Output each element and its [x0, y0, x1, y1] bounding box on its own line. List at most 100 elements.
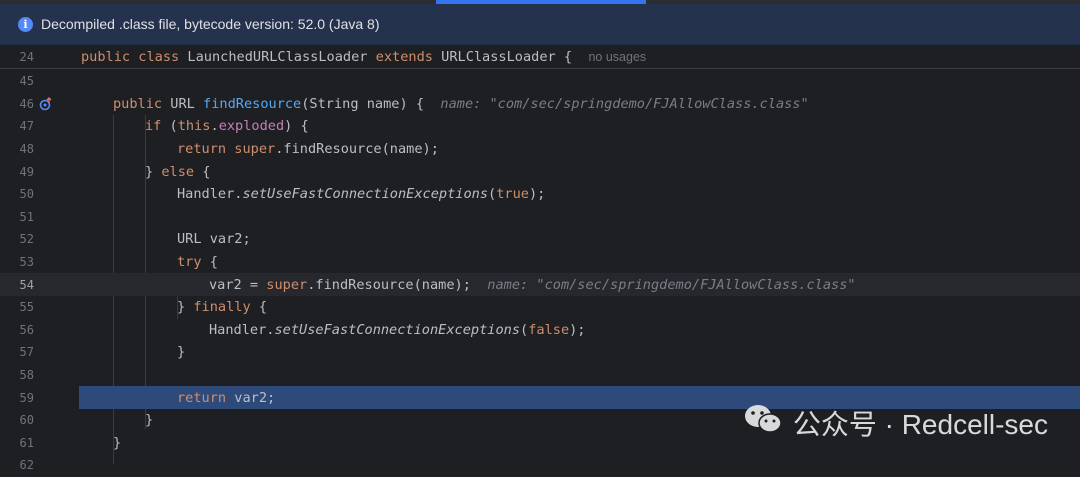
code-text: public URL findResource(String name) { n…	[113, 96, 809, 112]
code-text: } else {	[145, 164, 211, 180]
line-number: 53	[19, 255, 34, 270]
punct: (	[161, 118, 178, 135]
line-number: 62	[19, 458, 34, 473]
punct: );	[528, 186, 546, 203]
punct: );	[569, 321, 586, 338]
code-text: Handler.setUseFastConnectionExceptions(t…	[177, 186, 545, 202]
code-text: try {	[177, 254, 218, 270]
class-ref: Handler.	[177, 186, 243, 203]
line-number: 45	[19, 74, 34, 89]
punct: ) {	[284, 118, 309, 135]
line-number: 54	[19, 277, 34, 292]
line-number: 24	[19, 49, 34, 64]
punct: {	[194, 163, 211, 180]
keyword: true	[496, 186, 529, 203]
code-text: }	[113, 434, 122, 451]
line-number: 60	[19, 413, 34, 428]
code-text: Handler.setUseFastConnectionExceptions(f…	[209, 322, 586, 338]
keyword: public	[113, 95, 163, 112]
banner-text: Decompiled .class file, bytecode version…	[41, 16, 380, 32]
code-line[interactable]: 57 }	[0, 341, 1080, 364]
watermark: 公众号 · Redcell-sec	[743, 402, 1048, 443]
keyword: extends	[375, 48, 433, 65]
line-number: 56	[19, 322, 34, 337]
code-line[interactable]: 49 } else {	[0, 160, 1080, 183]
code-line[interactable]: 48 return super.findResource(name);	[0, 138, 1080, 161]
line-number: 51	[19, 209, 34, 224]
line-number: 59	[19, 390, 34, 405]
code-text: URL var2;	[177, 231, 251, 248]
override-method-icon[interactable]	[38, 96, 54, 112]
code-text: return super.findResource(name);	[177, 141, 439, 157]
static-method: setUseFastConnectionExceptions	[242, 186, 489, 203]
line-number: 57	[19, 345, 34, 360]
punct: (	[520, 321, 529, 338]
line-number: 48	[19, 142, 34, 157]
code-line[interactable]: 52 URL var2;	[0, 228, 1080, 251]
code-text: }	[145, 412, 154, 429]
keyword: class	[138, 48, 180, 65]
punct: .	[210, 118, 219, 135]
wechat-icon	[743, 402, 783, 443]
code-line[interactable]: 62	[0, 454, 1080, 477]
keyword: super	[234, 141, 276, 158]
usages-hint[interactable]: no usages	[588, 50, 646, 64]
code-line[interactable]: 51	[0, 206, 1080, 229]
keyword: public	[81, 48, 131, 65]
punct: }	[145, 163, 162, 180]
keyword: try	[177, 254, 202, 271]
code-text: var2 = super.findResource(name); name: "…	[209, 277, 856, 293]
static-method: setUseFastConnectionExceptions	[274, 321, 521, 338]
class-ref: Handler.	[209, 321, 275, 338]
line-number: 61	[19, 435, 34, 450]
punct: {	[250, 299, 268, 316]
sticky-code: public class LaunchedURLClassLoader exte…	[81, 49, 646, 65]
watermark-text: 公众号 · Redcell-sec	[792, 408, 1048, 440]
code-line-current[interactable]: 54 var2 = super.findResource(name); name…	[0, 273, 1080, 296]
assignment: var2 =	[209, 276, 267, 293]
info-icon: i	[18, 16, 33, 32]
code-line[interactable]: 55 } finally {	[0, 296, 1080, 319]
method-name: findResource	[203, 95, 302, 112]
inline-value-hint: name: "com/sec/springdemo/FJAllowClass.c…	[487, 276, 856, 293]
code-text: if (this.exploded) {	[145, 118, 309, 134]
code-line[interactable]: 46 public URL findResource(String name) …	[0, 93, 1080, 116]
code-line[interactable]: 45	[0, 70, 1080, 93]
sticky-class-header[interactable]: 24 public class LaunchedURLClassLoader e…	[0, 45, 1080, 69]
code-line[interactable]: 47 if (this.exploded) {	[0, 115, 1080, 138]
class-name: LaunchedURLClassLoader	[187, 48, 368, 65]
punct: {	[201, 254, 218, 271]
punct: }	[177, 299, 194, 316]
inline-value-hint: name: "com/sec/springdemo/FJAllowClass.c…	[440, 95, 809, 112]
code-line[interactable]: 50 Handler.setUseFastConnectionException…	[0, 183, 1080, 206]
line-number: 50	[19, 187, 34, 202]
keyword: super	[266, 276, 308, 293]
line-number: 46	[19, 96, 34, 111]
line-number: 47	[19, 119, 34, 134]
keyword: this	[177, 118, 211, 135]
code-text: } finally {	[177, 299, 267, 315]
code-line[interactable]: 53 try {	[0, 251, 1080, 274]
keyword: return	[177, 389, 227, 406]
line-number: 55	[19, 300, 34, 315]
code-line[interactable]: 58	[0, 364, 1080, 387]
call: .findResource(name);	[307, 276, 471, 293]
keyword: false	[528, 321, 570, 338]
keyword: return	[177, 141, 227, 158]
decompiled-notice-banner: i Decompiled .class file, bytecode versi…	[0, 4, 1080, 45]
type-name: URL	[162, 95, 204, 112]
line-number: 52	[19, 232, 34, 247]
params: (String name) {	[301, 95, 425, 112]
call: .findResource(name);	[275, 141, 439, 158]
line-number: 49	[19, 164, 34, 179]
code-line[interactable]: 56 Handler.setUseFastConnectionException…	[0, 319, 1080, 342]
line-number: 58	[19, 368, 34, 383]
code-text: return var2;	[177, 390, 275, 406]
keyword: if	[145, 118, 162, 135]
code-text: }	[177, 344, 186, 361]
return-value: var2;	[226, 389, 276, 406]
superclass-name: URLClassLoader {	[441, 48, 573, 65]
keyword: finally	[193, 299, 251, 316]
punct: (	[488, 186, 497, 203]
keyword: else	[161, 163, 195, 180]
